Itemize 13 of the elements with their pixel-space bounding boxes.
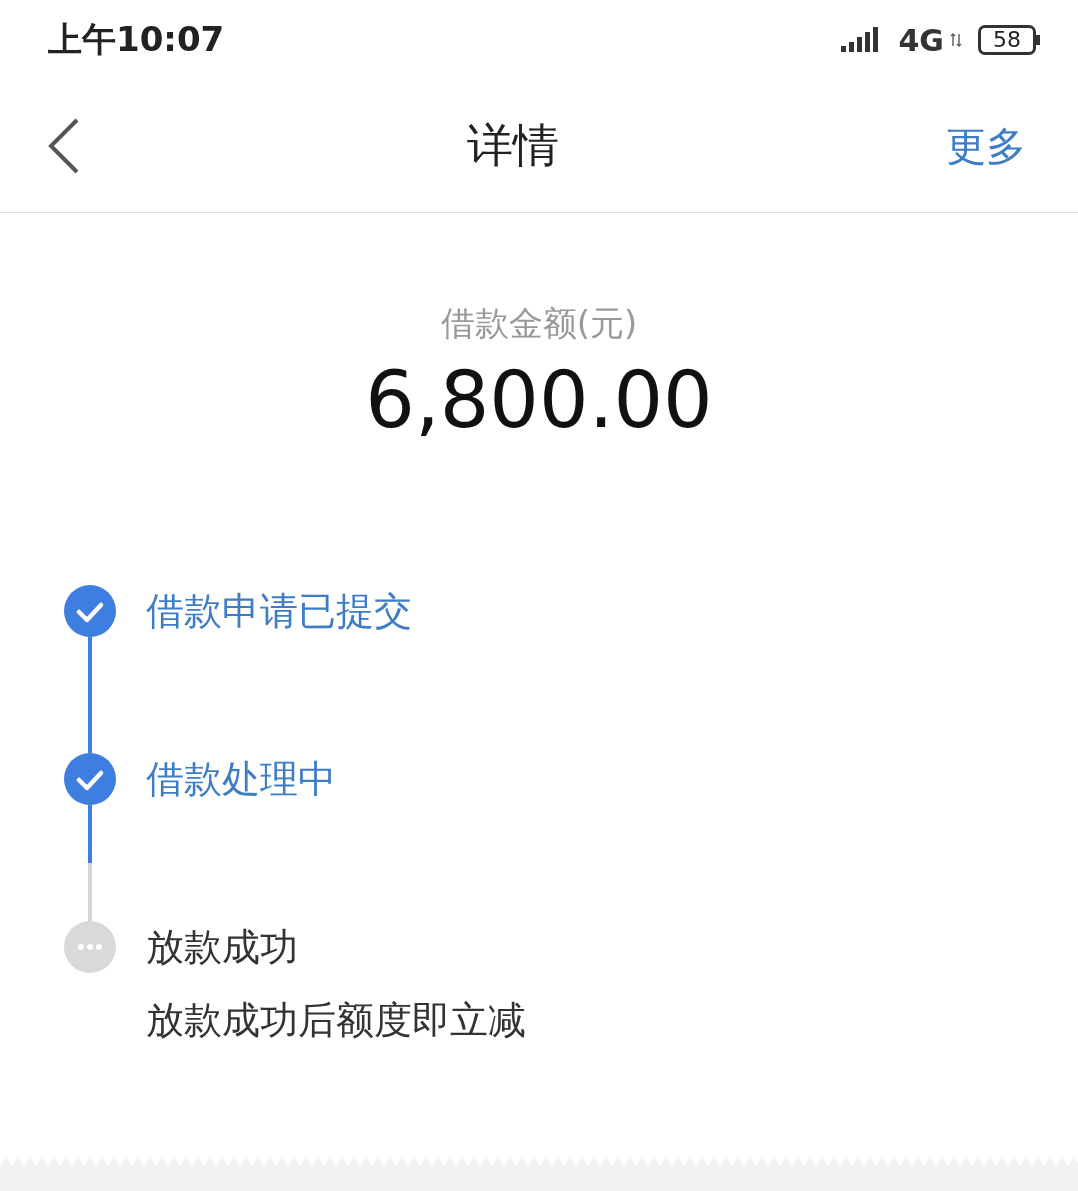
more-link[interactable]: 更多 — [946, 118, 1026, 174]
amount-label: 借款金额(元) — [440, 302, 638, 345]
amount-value: 6,800.00 — [365, 355, 713, 445]
battery-indicator: 58 — [978, 25, 1036, 55]
step-title: 借款处理中 — [146, 756, 336, 803]
back-icon[interactable] — [48, 118, 80, 174]
network-label: 4G — [898, 22, 944, 58]
page-title: 详情 — [467, 117, 559, 174]
step-title: 借款申请已提交 — [146, 588, 412, 635]
step-title: 放款成功 — [146, 924, 299, 971]
status-time: 上午10:07 — [48, 18, 225, 61]
step-note: 放款成功后额度即立减 — [146, 997, 526, 1044]
data-arrows-icon — [950, 33, 962, 47]
